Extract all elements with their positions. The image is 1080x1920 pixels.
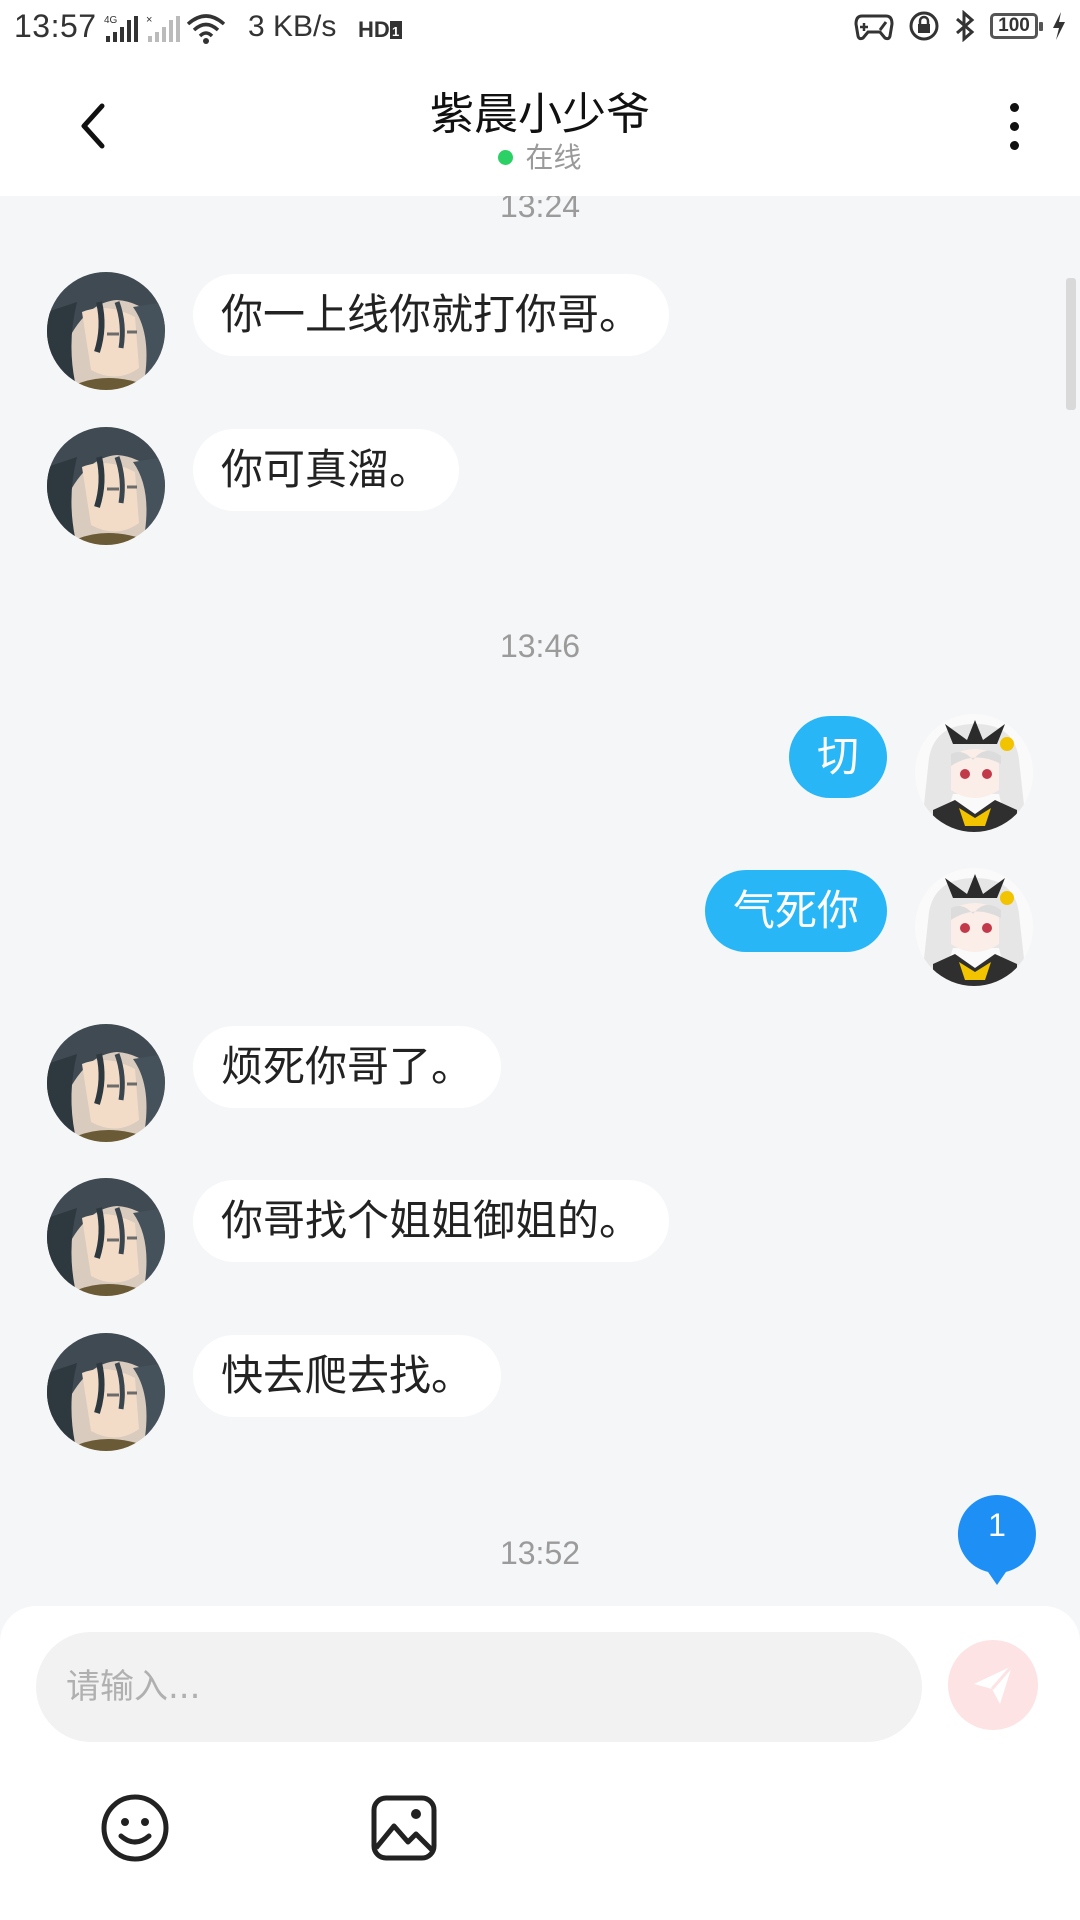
status-bar: 13:57 4G × 3 KB/s HD 1 100 [0, 0, 1080, 56]
online-dot [498, 149, 514, 165]
timestamp: 13:24 [499, 196, 581, 224]
battery-icon: 100 [990, 13, 1043, 39]
send-icon [974, 1665, 1014, 1704]
wifi-icon [186, 14, 226, 44]
contact-name: 紫晨小少爷 [430, 89, 650, 140]
status-right: 100 [854, 10, 1066, 42]
online-status: 在线 [0, 136, 1080, 176]
message-input[interactable] [36, 1632, 922, 1742]
signal-nosim-icon: × [146, 14, 180, 42]
message-bubble-incoming[interactable]: 你一上线你就打你哥。 [193, 274, 670, 356]
message-bubble-outgoing[interactable]: 气死你 [704, 870, 887, 952]
svg-text:4G: 4G [104, 15, 118, 26]
message-bubble-incoming[interactable]: 快去爬去找。 [193, 1335, 502, 1417]
svg-text:1: 1 [392, 24, 399, 39]
gamepad-icon [854, 14, 894, 41]
message-bubble-incoming[interactable]: 你可真溜。 [193, 429, 460, 511]
message-bubble-incoming[interactable]: 烦死你哥了。 [193, 1026, 502, 1108]
message-list[interactable]: 13:24 你一上线你就打你哥。 你可真溜。 13:46 切 气死你 烦死你哥了… [0, 196, 1080, 1606]
my-avatar[interactable] [915, 714, 1033, 832]
image-button[interactable] [368, 1792, 440, 1864]
battery-level: 100 [998, 15, 1030, 36]
send-button[interactable] [948, 1640, 1038, 1730]
charging-icon [1053, 12, 1065, 40]
message-bubble-incoming[interactable]: 你哥找个姐姐御姐的。 [193, 1180, 670, 1262]
contact-avatar[interactable] [47, 1024, 165, 1142]
network-speed: 3 KB/s [248, 10, 337, 43]
image-icon [371, 1795, 437, 1861]
lock-rotation-icon [909, 11, 939, 41]
status-time: 13:57 [14, 8, 97, 44]
emoji-icon [101, 1794, 169, 1862]
chat-header: 紫晨小少爷 在线 [0, 56, 1080, 196]
composer [0, 1606, 1080, 1920]
my-avatar[interactable] [915, 868, 1033, 986]
svg-text:HD: HD [358, 17, 390, 42]
contact-avatar[interactable] [47, 427, 165, 545]
more-options-button[interactable] [984, 96, 1044, 156]
hd-volte-icon: HD 1 [358, 17, 402, 42]
message-bubble-outgoing[interactable]: 切 [788, 716, 887, 798]
signal-4g-icon: 4G [104, 15, 138, 42]
emoji-button[interactable] [99, 1792, 171, 1864]
bluetooth-icon [956, 10, 975, 42]
signal-icons: 4G × [104, 10, 226, 44]
contact-avatar[interactable] [47, 1333, 165, 1451]
dot [1009, 102, 1019, 112]
dot [1009, 140, 1019, 150]
scrollbar[interactable] [1066, 278, 1076, 410]
dot [1009, 121, 1019, 131]
unread-badge[interactable]: 1 [956, 1493, 1038, 1585]
timestamp: 13:46 [499, 628, 581, 664]
online-status-text: 在线 [525, 141, 582, 174]
contact-avatar[interactable] [47, 272, 165, 390]
svg-text:×: × [146, 14, 152, 26]
unread-count: 1 [988, 1507, 1006, 1543]
contact-avatar[interactable] [47, 1178, 165, 1296]
timestamp: 13:52 [499, 1535, 581, 1571]
